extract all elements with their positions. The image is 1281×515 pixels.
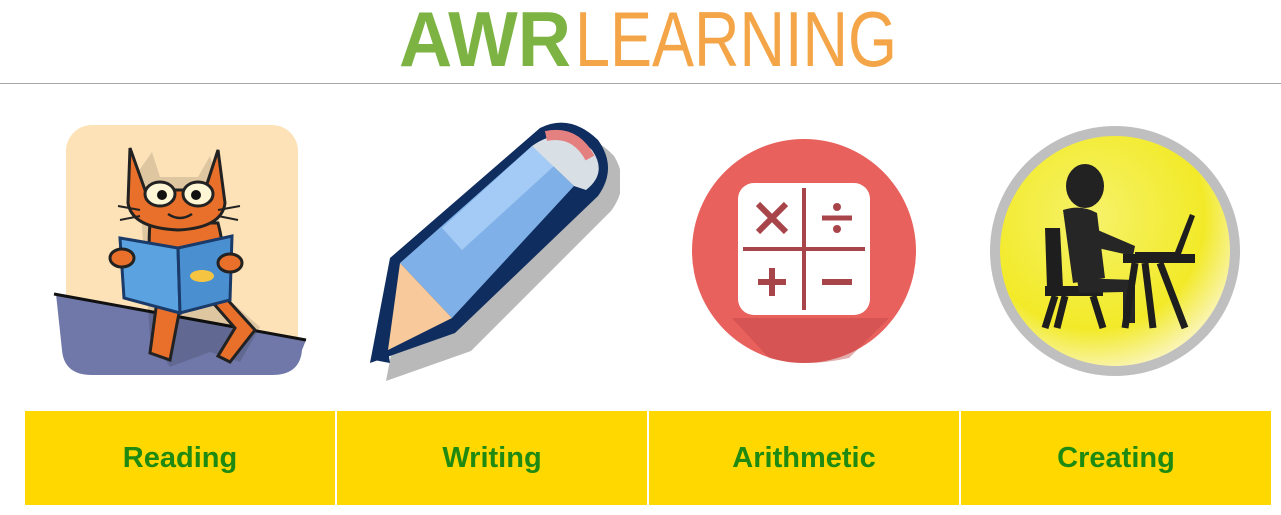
logo-bold-text: AWR bbox=[399, 0, 571, 70]
header-divider bbox=[0, 83, 1281, 84]
cat-reading-book-icon[interactable] bbox=[50, 118, 310, 386]
pencil-icon[interactable] bbox=[360, 118, 620, 386]
calculator-icon[interactable] bbox=[674, 118, 934, 386]
creating-button[interactable]: Creating bbox=[961, 411, 1271, 505]
subject-label-row: Reading Writing Arithmetic Creating bbox=[25, 411, 1271, 505]
arithmetic-button[interactable]: Arithmetic bbox=[649, 411, 959, 505]
site-header: AWR LEARNING bbox=[0, 0, 1281, 83]
logo-light-text: LEARNING bbox=[575, 0, 897, 70]
person-at-computer-icon[interactable] bbox=[985, 118, 1245, 386]
writing-button[interactable]: Writing bbox=[337, 411, 647, 505]
reading-button[interactable]: Reading bbox=[25, 411, 335, 505]
awr-learning-logo[interactable]: AWR LEARNING bbox=[399, 0, 899, 70]
